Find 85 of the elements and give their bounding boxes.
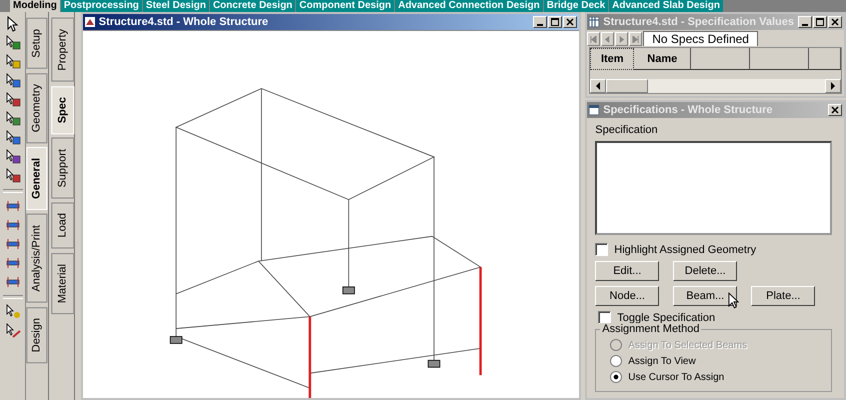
vertical-tab[interactable]: Property bbox=[50, 18, 74, 82]
module-tab[interactable]: Steel Design bbox=[142, 0, 209, 12]
cursor-tool-icon[interactable] bbox=[4, 130, 21, 146]
beam-tool-icon[interactable] bbox=[4, 274, 21, 290]
previous-button[interactable] bbox=[601, 32, 614, 46]
column-header[interactable]: Item bbox=[590, 48, 634, 70]
column-header[interactable] bbox=[809, 48, 841, 70]
maximize-button[interactable] bbox=[548, 16, 562, 28]
right-arrow-icon[interactable] bbox=[830, 82, 836, 90]
close-icon bbox=[830, 18, 839, 26]
assign-button[interactable]: Plate... bbox=[751, 286, 816, 306]
window-title: Structure4.std - Whole Structure bbox=[98, 16, 270, 28]
vertical-tab[interactable]: Setup bbox=[26, 18, 48, 69]
horizontal-scrollbar[interactable] bbox=[590, 79, 841, 93]
cursor-tool-icon[interactable] bbox=[4, 168, 21, 184]
window-title: Structure4.std - Specification Values bbox=[603, 16, 794, 28]
close-icon bbox=[830, 106, 839, 114]
next-button[interactable] bbox=[615, 32, 628, 46]
module-tab[interactable]: Advanced Slab Design bbox=[609, 0, 723, 12]
assign-button[interactable]: Beam... bbox=[673, 286, 738, 306]
minimize-button[interactable] bbox=[533, 16, 548, 28]
cursor-tool-icon[interactable] bbox=[4, 35, 21, 51]
cursor-tool-icon[interactable] bbox=[4, 149, 21, 165]
vertical-tab[interactable]: Material bbox=[50, 252, 74, 314]
vertical-tab[interactable]: General bbox=[26, 147, 48, 210]
sheet-tab[interactable]: No Specs Defined bbox=[643, 31, 758, 46]
module-tab[interactable]: Modeling bbox=[10, 0, 60, 12]
column-header[interactable] bbox=[750, 48, 810, 70]
close-button[interactable] bbox=[828, 16, 842, 28]
window-icon bbox=[589, 105, 600, 115]
checkbox[interactable] bbox=[598, 311, 612, 324]
action-button[interactable]: Delete... bbox=[673, 261, 738, 281]
beam-tool-icon[interactable] bbox=[4, 217, 21, 233]
first-icon bbox=[590, 36, 598, 42]
next-icon bbox=[618, 36, 626, 42]
column-header[interactable]: Name bbox=[634, 48, 692, 70]
beam-tool-icon[interactable] bbox=[4, 255, 21, 271]
module-tab[interactable]: Concrete Design bbox=[210, 0, 296, 12]
maximize-button[interactable] bbox=[812, 16, 827, 28]
checkbox-label: Toggle Specification bbox=[617, 312, 716, 324]
vertical-tab[interactable]: Load bbox=[50, 202, 74, 249]
left-arrow-icon[interactable] bbox=[595, 82, 602, 90]
structure-app-icon bbox=[84, 17, 95, 27]
vertical-tab[interactable]: Geometry bbox=[26, 72, 48, 144]
cursor-tool-icon[interactable] bbox=[4, 304, 21, 320]
close-button[interactable] bbox=[563, 16, 578, 28]
group-title: Assignment Method bbox=[600, 323, 702, 335]
list-label: Specification bbox=[595, 124, 659, 136]
module-tab[interactable]: Component Design bbox=[296, 0, 394, 12]
beam-tool-icon[interactable] bbox=[4, 236, 21, 252]
vertical-tab[interactable]: Spec bbox=[50, 86, 74, 134]
last-icon bbox=[632, 36, 640, 42]
module-tab[interactable]: Postprocessing bbox=[60, 0, 142, 12]
radio-label: Assign To Selected Beams bbox=[628, 340, 748, 350]
cursor-tool-icon[interactable] bbox=[4, 111, 21, 127]
first-button[interactable] bbox=[587, 32, 600, 46]
radio-button[interactable] bbox=[610, 355, 622, 367]
radio-button[interactable] bbox=[610, 371, 622, 383]
radio-label: Assign To View bbox=[628, 356, 696, 366]
minimize-button[interactable] bbox=[798, 16, 812, 28]
previous-icon bbox=[604, 36, 612, 42]
mouse-pointer-icon bbox=[728, 292, 740, 309]
close-button[interactable] bbox=[828, 104, 842, 116]
close-icon bbox=[566, 18, 574, 26]
action-button[interactable]: Edit... bbox=[595, 261, 660, 281]
checkbox[interactable] bbox=[595, 243, 608, 256]
cursor-tool-icon[interactable] bbox=[4, 54, 21, 70]
checkbox-label: Highlight Assigned Geometry bbox=[614, 244, 756, 256]
cursor-tool-icon[interactable] bbox=[4, 92, 21, 108]
radio-label: Use Cursor To Assign bbox=[628, 372, 724, 382]
module-tab[interactable]: Advanced Connection Design bbox=[395, 0, 543, 12]
table-icon bbox=[589, 17, 600, 27]
assign-button[interactable]: Node... bbox=[595, 286, 660, 306]
beam-tool-icon[interactable] bbox=[4, 198, 21, 214]
panel-title: Specifications - Whole Structure bbox=[603, 104, 774, 116]
vertical-tab[interactable]: Analysis/Print bbox=[26, 214, 48, 303]
column-header[interactable] bbox=[691, 48, 750, 70]
module-tab[interactable]: Bridge Deck bbox=[544, 0, 608, 12]
vertical-tab[interactable]: Design bbox=[26, 306, 48, 363]
cursor-icon[interactable] bbox=[4, 16, 21, 32]
cursor-tool-icon[interactable] bbox=[4, 323, 21, 339]
last-button[interactable] bbox=[629, 32, 642, 46]
vertical-tab[interactable]: Support bbox=[50, 138, 74, 198]
cursor-tool-icon[interactable] bbox=[4, 73, 21, 89]
specification-list[interactable] bbox=[595, 141, 832, 235]
